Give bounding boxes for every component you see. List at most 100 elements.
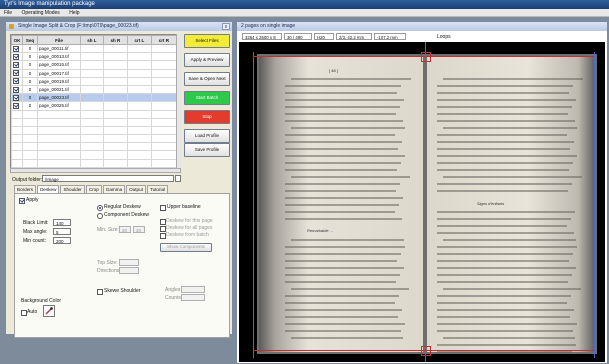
row-ok-cell[interactable] [11, 68, 23, 78]
counts-input[interactable] [181, 294, 205, 301]
split-handle-bottom[interactable] [421, 346, 431, 356]
empty-cell [37, 134, 81, 144]
row-file-cell[interactable]: page_00013.tif [37, 52, 81, 62]
save-profile-button[interactable]: Save Profile [184, 143, 230, 157]
table-row[interactable]: 0 page_00011.tif [11, 43, 177, 54]
row-ok-cell[interactable] [11, 93, 23, 103]
stop-button[interactable]: Stop [184, 110, 230, 124]
row-ok-cell[interactable] [11, 60, 23, 70]
save-open-next-button[interactable]: Save & Open Next [184, 72, 230, 86]
split-handle-top[interactable] [421, 52, 431, 62]
row-value-cell [102, 43, 128, 54]
empty-row [11, 125, 177, 136]
directions-input[interactable] [119, 267, 139, 274]
pick-color-button[interactable] [43, 305, 55, 317]
col-crt-right[interactable]: crt R [150, 35, 177, 45]
page-text-line [437, 155, 577, 157]
row-ok-checkbox[interactable] [13, 102, 19, 109]
regular-deskew-radio[interactable] [97, 205, 103, 211]
component-deskew-radio[interactable] [97, 213, 103, 219]
page-text-line [443, 337, 575, 339]
page-text-line [437, 323, 577, 325]
row-ok-cell[interactable] [11, 101, 23, 111]
output-folder-browse-button[interactable] [175, 175, 181, 182]
min-count-input[interactable]: 200 [53, 237, 71, 244]
row-file-cell[interactable]: page_00025.tif [37, 101, 81, 111]
page-text-line [437, 141, 574, 143]
angles-input[interactable] [181, 286, 205, 293]
row-file-cell[interactable]: page_00019.tif [37, 76, 81, 86]
row-value-cell [102, 52, 128, 62]
max-angle-input[interactable]: 5 [53, 228, 71, 235]
apply-checkbox[interactable] [19, 198, 25, 204]
row-file-cell[interactable]: page_00011.tif [37, 43, 81, 54]
row-file-cell[interactable]: page_00023.tif [37, 93, 81, 103]
row-file-cell[interactable]: page_00015.tif [37, 60, 81, 70]
row-file-cell[interactable]: page_00021.tif [37, 84, 81, 95]
start-batch-button[interactable]: Start Batch [184, 91, 230, 105]
crop-guide-left[interactable] [253, 52, 254, 358]
row-ok-cell[interactable] [11, 52, 23, 62]
page-text-line [443, 78, 583, 80]
file-list-vscrollbar[interactable] [176, 34, 182, 168]
min-size-width-input[interactable]: 20 [119, 226, 131, 233]
col-ok[interactable]: OK [11, 35, 23, 45]
row-value-cell [80, 43, 104, 54]
table-row[interactable]: 0 page_00013.tif [11, 52, 177, 62]
row-ok-checkbox[interactable] [13, 94, 19, 101]
table-row[interactable]: 0 page_00025.tif [11, 101, 177, 111]
min-size-height-input[interactable]: 20 [133, 226, 145, 233]
row-ok-checkbox[interactable] [13, 45, 19, 52]
col-crt-left[interactable]: crt L [126, 35, 152, 45]
viewer-titlebar[interactable]: 2 pages on single image [237, 22, 607, 31]
row-seq-cell: 0 [22, 43, 38, 54]
menu-operating-modes[interactable]: Operating Modes [21, 10, 59, 16]
status-position: 2/3, 42.2 mm [336, 33, 372, 40]
col-sh-right[interactable]: sh R [102, 35, 128, 45]
table-row[interactable]: 0 page_00023.tif [11, 93, 177, 103]
row-ok-cell[interactable] [11, 43, 23, 54]
split-window-titlebar[interactable]: Single Image Split & Crop (F:\tmp\0T9\pa… [6, 22, 232, 31]
close-icon[interactable]: x [222, 23, 230, 30]
page-text-line [443, 288, 581, 290]
skewe-shoulder-checkbox[interactable] [97, 289, 103, 295]
file-list-hscrollbar[interactable] [10, 168, 181, 173]
menu-file[interactable]: File [4, 10, 12, 16]
row-ok-checkbox[interactable] [13, 53, 19, 60]
scanned-image[interactable]: [ 48 ] Remarkable ... Signs d'enfants [239, 42, 605, 362]
output-folder-input[interactable]: /Image [42, 175, 174, 182]
apply-preview-button[interactable]: Apply & Preview [184, 53, 230, 67]
page-text-line [437, 106, 572, 108]
col-file[interactable]: File [37, 35, 81, 45]
page-text-line [291, 288, 409, 290]
show-components-button[interactable]: Show Components [160, 243, 212, 252]
load-profile-button[interactable]: Load Profile [184, 129, 230, 143]
row-ok-checkbox[interactable] [13, 70, 19, 77]
empty-cell [37, 150, 81, 160]
table-row[interactable]: 0 page_00015.tif [11, 60, 177, 70]
top-size-input[interactable] [119, 259, 139, 266]
row-value-cell [80, 76, 104, 86]
menu-help[interactable]: Help [69, 10, 79, 16]
empty-cell [80, 150, 104, 160]
table-row[interactable]: 0 page_00019.tif [11, 76, 177, 86]
select-files-button[interactable]: Select Files [184, 34, 230, 48]
col-seq[interactable]: Seq [22, 35, 38, 45]
app-titlebar: Tyr's Image manipulation package [0, 0, 609, 9]
row-seq-cell: 0 [22, 52, 38, 62]
row-ok-checkbox[interactable] [13, 61, 19, 68]
col-sh-left[interactable]: sh L [80, 35, 104, 45]
table-row[interactable]: 0 page_00021.tif [11, 84, 177, 95]
row-file-cell[interactable]: page_00017.tif [37, 68, 81, 78]
split-guide[interactable] [425, 42, 426, 362]
page-text-line [285, 92, 397, 94]
row-ok-cell[interactable] [11, 84, 23, 95]
crop-guide-right[interactable] [594, 52, 595, 358]
row-ok-checkbox[interactable] [13, 78, 19, 85]
row-ok-checkbox[interactable] [13, 86, 19, 93]
black-limit-input[interactable]: 140 [53, 219, 71, 226]
page-text-line [291, 78, 411, 80]
table-row[interactable]: 0 page_00017.tif [11, 68, 177, 78]
row-ok-cell[interactable] [11, 76, 23, 86]
upper-baseline-checkbox[interactable] [160, 205, 166, 211]
